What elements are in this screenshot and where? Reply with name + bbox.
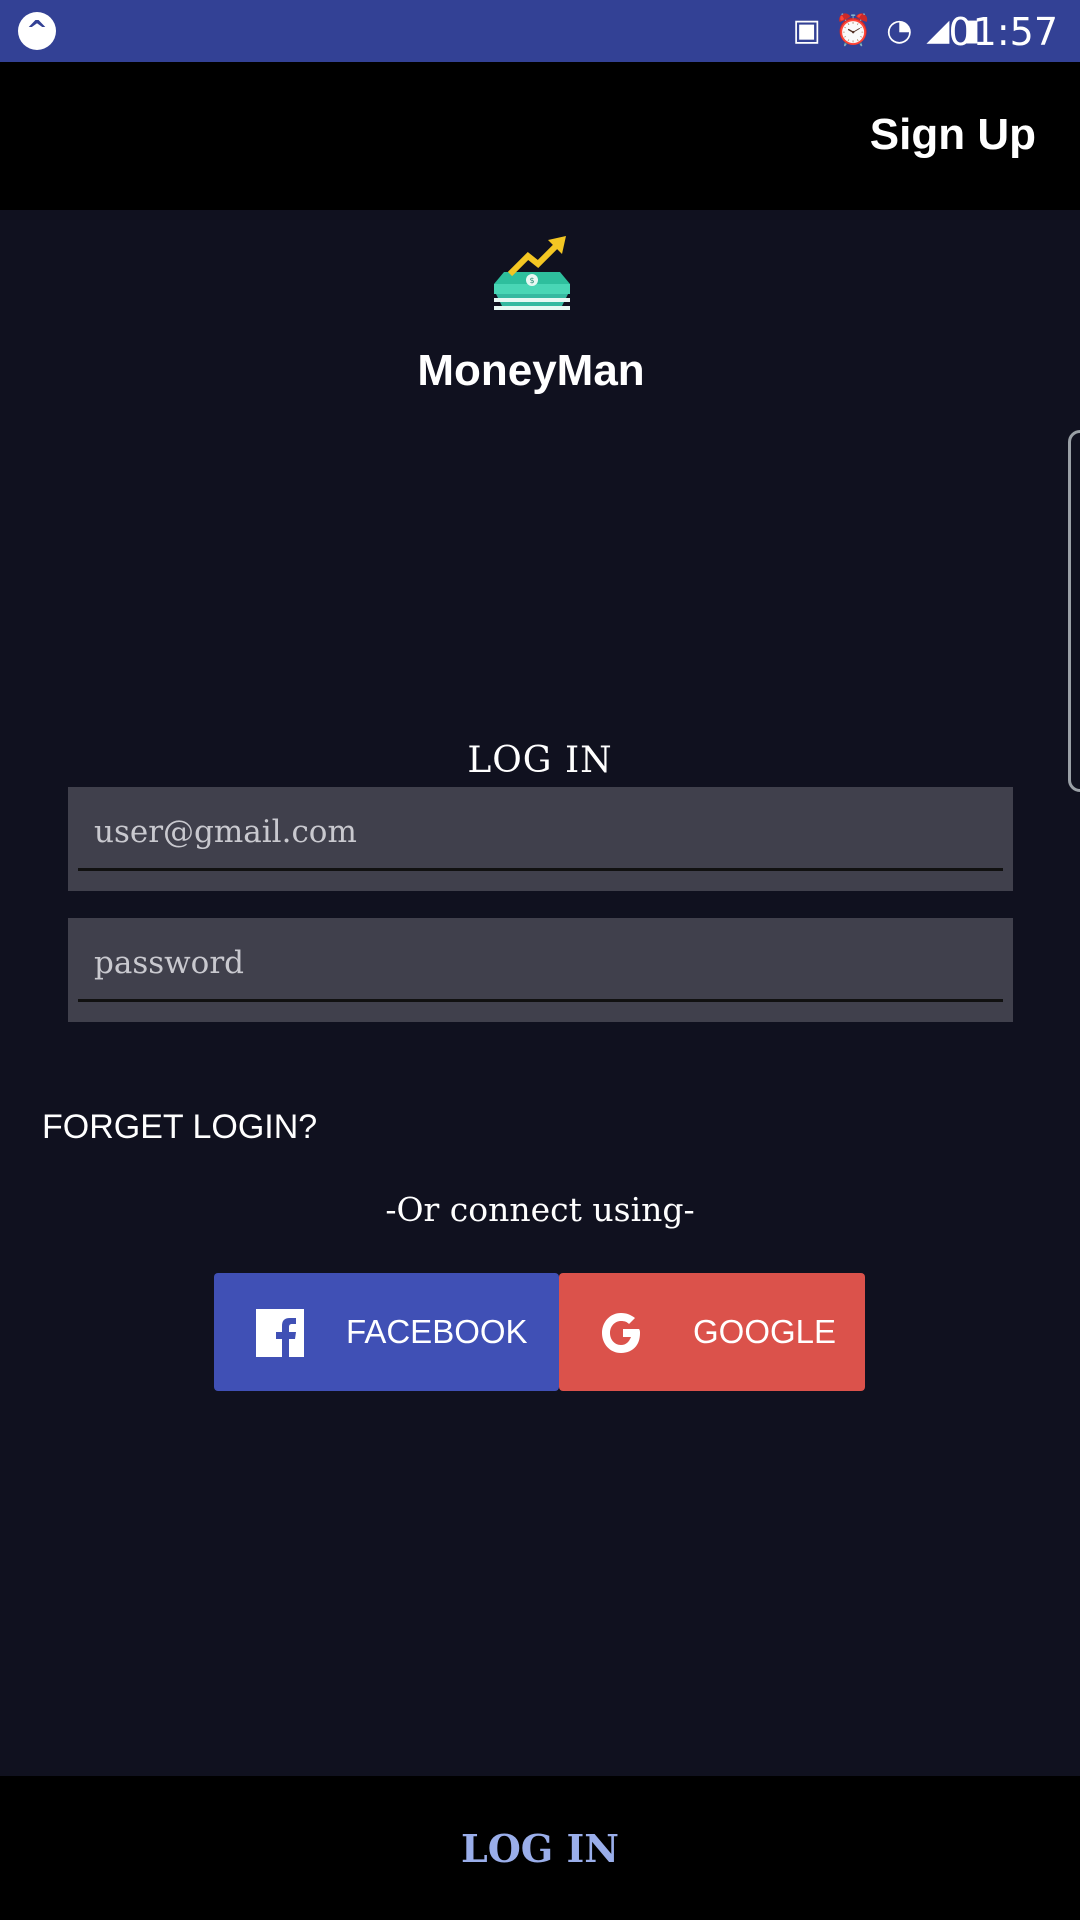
signal-icon: ◢ [926, 13, 950, 48]
status-time: 01:57 [948, 10, 1058, 54]
forget-login-link[interactable]: FORGET LOGIN? [42, 1108, 317, 1147]
money-growth-icon: $ [494, 236, 570, 310]
google-label: GOOGLE [693, 1313, 837, 1350]
facebook-icon [256, 1309, 304, 1357]
bottom-bar: LOG IN [0, 1776, 1080, 1920]
alarm-icon: ⏰ [834, 13, 873, 48]
app-bar: Sign Up [0, 62, 1080, 210]
battery-saver-icon: ▣ [792, 13, 821, 48]
password-field[interactable] [78, 918, 1003, 1002]
svg-text:$: $ [529, 276, 534, 285]
facebook-button[interactable]: FACEBOOK [214, 1273, 559, 1391]
login-button[interactable]: LOG IN [0, 1826, 1080, 1871]
status-bar: ^ ▣ ⏰ ◔ ◢ ▮ 01:57 [0, 0, 1080, 62]
email-field-container [68, 787, 1013, 891]
password-field-container [68, 918, 1013, 1022]
connect-using-text: -Or connect using- [385, 1190, 695, 1229]
facebook-label: FACEBOOK [346, 1313, 528, 1350]
scrollbar[interactable] [1068, 430, 1080, 792]
google-icon [602, 1313, 640, 1353]
login-title: LOG IN [467, 740, 613, 781]
sign-up-button[interactable]: Sign Up [870, 110, 1036, 160]
google-button[interactable]: GOOGLE [559, 1273, 865, 1391]
wifi-icon: ◔ [886, 13, 913, 48]
app-name: MoneyMan [417, 346, 645, 395]
email-field[interactable] [78, 787, 1003, 871]
app-logo-icon: ^ [18, 12, 56, 50]
